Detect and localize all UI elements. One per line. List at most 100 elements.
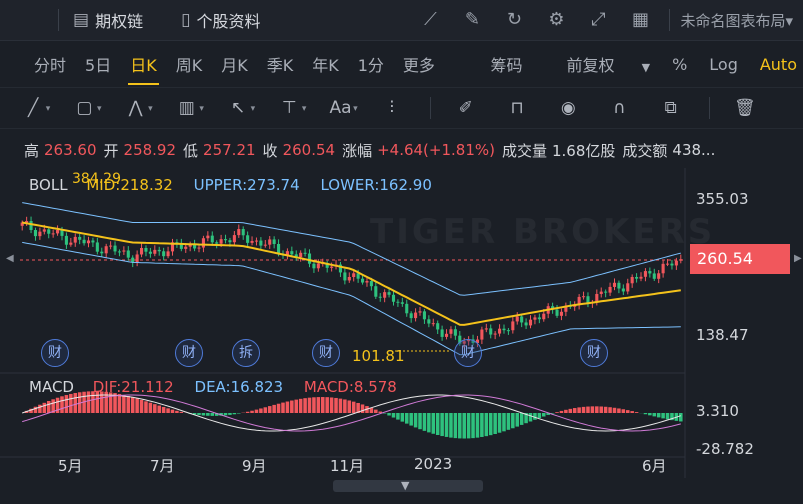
arrow-icon[interactable]: ↖ <box>225 95 256 122</box>
scroll-left-icon[interactable]: ◀ <box>6 253 14 264</box>
option-chain-button[interactable]: ▤ 期权链 <box>73 8 143 32</box>
indicator-icon[interactable]: ⫶ <box>379 95 405 121</box>
chart-type-icon[interactable]: ⟋ <box>418 8 442 32</box>
edit-icon[interactable]: ✎ <box>460 8 484 32</box>
macd-histogram-bar <box>617 408 621 413</box>
candle-body <box>307 253 312 264</box>
earnings-event-icon[interactable]: 财 <box>175 339 203 367</box>
earnings-event-icon[interactable]: 财 <box>454 339 482 367</box>
document-icon: ▯ <box>181 10 191 30</box>
macd-histogram-bar <box>665 413 670 420</box>
macd-histogram-bar <box>471 413 475 439</box>
close-value: 260.54 <box>282 141 336 159</box>
chevron-down-icon[interactable]: ▼ <box>401 479 409 492</box>
rectangle-icon[interactable]: ▢ <box>71 95 101 122</box>
candle-body <box>104 246 108 254</box>
period-tab[interactable]: 分时 <box>34 52 66 76</box>
macd-histogram-bar <box>422 413 427 431</box>
chips-button[interactable]: 筹码 <box>490 52 522 76</box>
candle-body <box>140 248 144 255</box>
period-tab[interactable]: 年K <box>312 52 339 76</box>
macd-histogram-bar <box>599 406 603 413</box>
close-label: 收 <box>262 141 278 160</box>
period-tab[interactable]: 周K <box>176 52 203 76</box>
earnings-event-icon[interactable]: 财 <box>41 339 69 367</box>
open-label: 开 <box>103 141 119 160</box>
macd-histogram-bar <box>484 413 489 437</box>
wave-pattern-icon[interactable]: ⋀ <box>122 95 153 122</box>
brush-icon[interactable]: ✐ <box>453 95 479 121</box>
text-icon[interactable]: Aa <box>327 95 358 122</box>
fibonacci-icon[interactable]: ▥ <box>174 95 204 122</box>
fullscreen-icon[interactable]: ⤢ <box>586 8 610 32</box>
gear-icon[interactable]: ⚙ <box>544 8 568 32</box>
macd-histogram-bar <box>595 406 599 413</box>
macd-histogram-bar <box>161 406 166 413</box>
candle-body <box>608 286 612 293</box>
candle-body <box>621 288 625 292</box>
scroll-right-icon[interactable]: ▶ <box>794 253 802 264</box>
adjust-selector[interactable]: 前复权 ▼ <box>544 52 650 76</box>
macd-histogram-bar <box>210 413 215 416</box>
candle-body <box>511 321 515 331</box>
macd-histogram-bar <box>206 413 210 416</box>
macd-histogram-bar <box>245 411 250 413</box>
top-toolbar: ▤ 期权链 ▯ 个股资料 ⟋ ✎ ↻ ⚙ ⤢ ▦ 未命名图表布局▾ <box>0 0 803 41</box>
period-tab[interactable]: 月K <box>221 52 248 76</box>
macd-histogram-bar <box>475 413 480 438</box>
candle-body <box>639 276 643 279</box>
period-tab-active[interactable]: 日K <box>128 52 159 85</box>
macd-histogram-bar <box>157 405 161 413</box>
macd-name: MACD <box>29 378 74 396</box>
trend-line-icon[interactable]: ╱ <box>20 95 51 122</box>
candle-body <box>153 249 157 254</box>
auto-button[interactable]: Auto <box>760 55 797 74</box>
max-price-annotation: 384.29 <box>72 171 121 187</box>
candle-body <box>427 319 431 324</box>
macd-histogram-bar <box>259 408 263 413</box>
trash-icon[interactable]: 🗑 <box>732 95 758 121</box>
grid-layout-icon[interactable]: ▦ <box>628 8 652 32</box>
candle-body <box>626 283 630 292</box>
split-event-icon[interactable]: 拆 <box>232 339 260 367</box>
change-value: +4.64(+1.81%) <box>377 141 495 159</box>
period-tab[interactable]: 季K <box>267 52 294 76</box>
lock-icon[interactable]: ⊓ <box>504 95 530 121</box>
log-button[interactable]: Log <box>709 55 738 74</box>
macd-histogram-bar <box>630 411 634 413</box>
candle-body <box>436 323 440 330</box>
candle-body <box>162 251 166 257</box>
candle-body <box>113 245 117 252</box>
copy-icon[interactable]: ⧉ <box>658 95 684 121</box>
macd-histogram-bar <box>351 401 356 413</box>
period-tab[interactable]: 5日 <box>85 52 111 76</box>
eye-icon[interactable]: ◉ <box>555 95 581 121</box>
macd-histogram-bar <box>462 413 466 439</box>
quote-summary: 高 263.60 开 258.92 低 257.21 收 260.54 涨幅 +… <box>0 131 803 169</box>
candle-body <box>312 263 316 269</box>
macd-histogram-bar <box>139 399 144 413</box>
macd-histogram-bar <box>608 407 612 413</box>
candle-body <box>223 239 228 241</box>
magnet-icon[interactable]: ∩ <box>606 95 632 121</box>
stock-profile-button[interactable]: ▯ 个股资料 <box>181 8 260 32</box>
change-label: 涨幅 <box>342 141 373 160</box>
period-tab-more[interactable]: 更多 <box>403 52 435 76</box>
candle-body <box>674 260 678 266</box>
measure-icon[interactable]: ⊤ <box>276 95 307 122</box>
layout-selector[interactable]: 未命名图表布局▾ <box>680 10 793 31</box>
refresh-icon[interactable]: ↻ <box>502 8 526 32</box>
option-chain-icon: ▤ <box>73 10 90 30</box>
period-tab[interactable]: 1分 <box>358 52 384 76</box>
candle-body <box>484 328 488 330</box>
macd-histogram-bar <box>528 413 533 422</box>
candle-body <box>330 266 334 268</box>
percent-button[interactable]: % <box>672 55 687 74</box>
earnings-event-icon[interactable]: 财 <box>312 339 340 367</box>
macd-histogram-bar <box>223 413 228 416</box>
macd-histogram-bar <box>153 404 157 413</box>
macd-histogram-bar <box>276 403 281 413</box>
earnings-event-icon[interactable]: 财 <box>580 339 608 367</box>
candle-body <box>126 250 130 258</box>
option-chain-label: 期权链 <box>95 12 144 31</box>
